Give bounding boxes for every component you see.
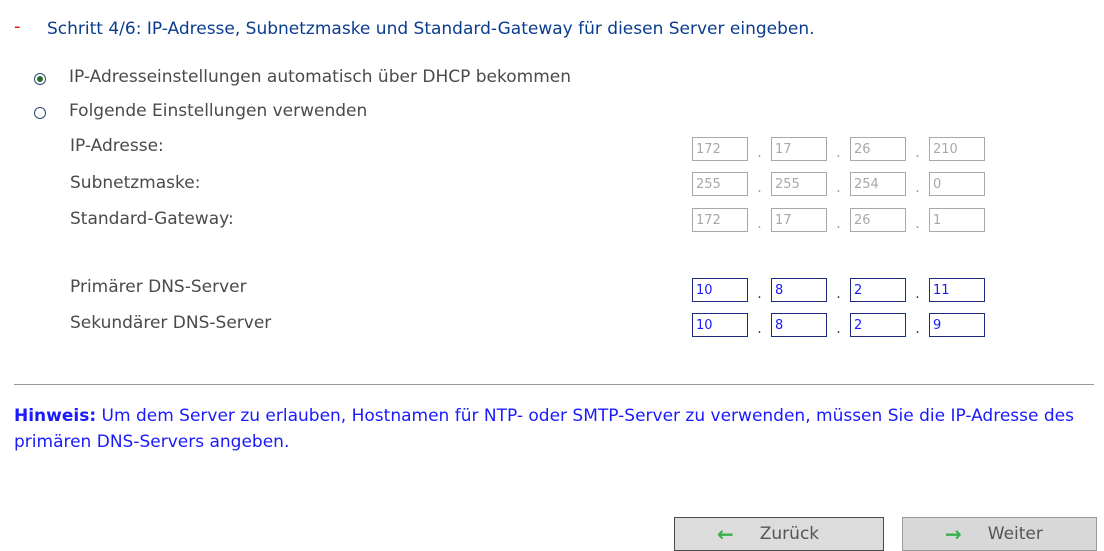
radio-selected-dot: [37, 76, 43, 82]
dns2-octet-2-input[interactable]: 8: [771, 313, 827, 337]
dns2-octet-4-input[interactable]: 9: [929, 313, 985, 337]
dhcp-radio-label[interactable]: IP-Adresseinstellungen automatisch über …: [69, 67, 571, 87]
gateway-octet-4-input[interactable]: 1: [929, 208, 985, 232]
gateway-label: Standard-Gateway:: [70, 209, 234, 229]
ip-separator: .: [915, 321, 920, 337]
next-button-label: Weiter: [987, 524, 1043, 544]
arrow-left-icon: ←: [717, 522, 734, 546]
ip-separator: .: [915, 216, 920, 232]
ip-separator: .: [915, 286, 920, 302]
secondary-dns-input-group: 10 . 8 . 2 . 9: [692, 311, 985, 337]
ip-address-label: IP-Adresse:: [70, 136, 164, 156]
gateway-octet-2-input[interactable]: 17: [771, 208, 827, 232]
subnet-octet-2-input[interactable]: 255: [771, 172, 827, 196]
subnet-mask-label: Subnetzmaske:: [70, 173, 201, 193]
dhcp-radio[interactable]: [34, 73, 46, 85]
subnet-octet-3-input[interactable]: 254: [850, 172, 906, 196]
back-button-label: Zurück: [759, 524, 820, 544]
manual-radio-label[interactable]: Folgende Einstellungen verwenden: [69, 101, 367, 121]
dns1-octet-4-input[interactable]: 11: [929, 278, 985, 302]
dns1-octet-2-input[interactable]: 8: [771, 278, 827, 302]
hint-label: Hinweis:: [14, 406, 97, 426]
primary-dns-label: Primärer DNS-Server: [70, 277, 247, 297]
ip-separator: .: [836, 180, 841, 196]
arrow-right-icon: →: [945, 522, 962, 546]
ip-separator: .: [836, 321, 841, 337]
ip-separator: .: [757, 145, 762, 161]
ip-separator: .: [757, 216, 762, 232]
primary-dns-input-group: 10 . 8 . 2 . 11: [692, 276, 985, 302]
manual-radio[interactable]: [34, 107, 46, 119]
secondary-dns-label: Sekundärer DNS-Server: [70, 313, 272, 333]
back-button[interactable]: ← Zurück: [674, 517, 884, 551]
subnet-octet-1-input[interactable]: 255: [692, 172, 748, 196]
ip-separator: .: [836, 216, 841, 232]
ip-address-input-group: 172 . 17 . 26 . 210: [692, 135, 985, 161]
ip-separator: .: [836, 145, 841, 161]
dns1-octet-1-input[interactable]: 10: [692, 278, 748, 302]
ip-octet-4-input[interactable]: 210: [929, 137, 985, 161]
dns2-octet-3-input[interactable]: 2: [850, 313, 906, 337]
ip-separator: .: [915, 145, 920, 161]
gateway-input-group: 172 . 17 . 26 . 1: [692, 206, 985, 232]
ip-separator: .: [757, 321, 762, 337]
ip-octet-2-input[interactable]: 17: [771, 137, 827, 161]
dns1-octet-3-input[interactable]: 2: [850, 278, 906, 302]
section-divider: [14, 384, 1094, 385]
next-button[interactable]: → Weiter: [902, 517, 1097, 551]
gateway-octet-1-input[interactable]: 172: [692, 208, 748, 232]
hint-message: Um dem Server zu erlauben, Hostnamen für…: [14, 406, 1074, 452]
ip-separator: .: [915, 180, 920, 196]
ip-octet-3-input[interactable]: 26: [850, 137, 906, 161]
step-title: Schritt 4/6: IP-Adresse, Subnetzmaske un…: [47, 19, 815, 39]
step-marker: -: [14, 16, 21, 37]
subnet-octet-4-input[interactable]: 0: [929, 172, 985, 196]
hint-text: Hinweis: Um dem Server zu erlauben, Host…: [14, 403, 1094, 455]
dns2-octet-1-input[interactable]: 10: [692, 313, 748, 337]
ip-octet-1-input[interactable]: 172: [692, 137, 748, 161]
ip-separator: .: [836, 286, 841, 302]
subnet-mask-input-group: 255 . 255 . 254 . 0: [692, 170, 985, 196]
gateway-octet-3-input[interactable]: 26: [850, 208, 906, 232]
ip-separator: .: [757, 180, 762, 196]
ip-separator: .: [757, 286, 762, 302]
